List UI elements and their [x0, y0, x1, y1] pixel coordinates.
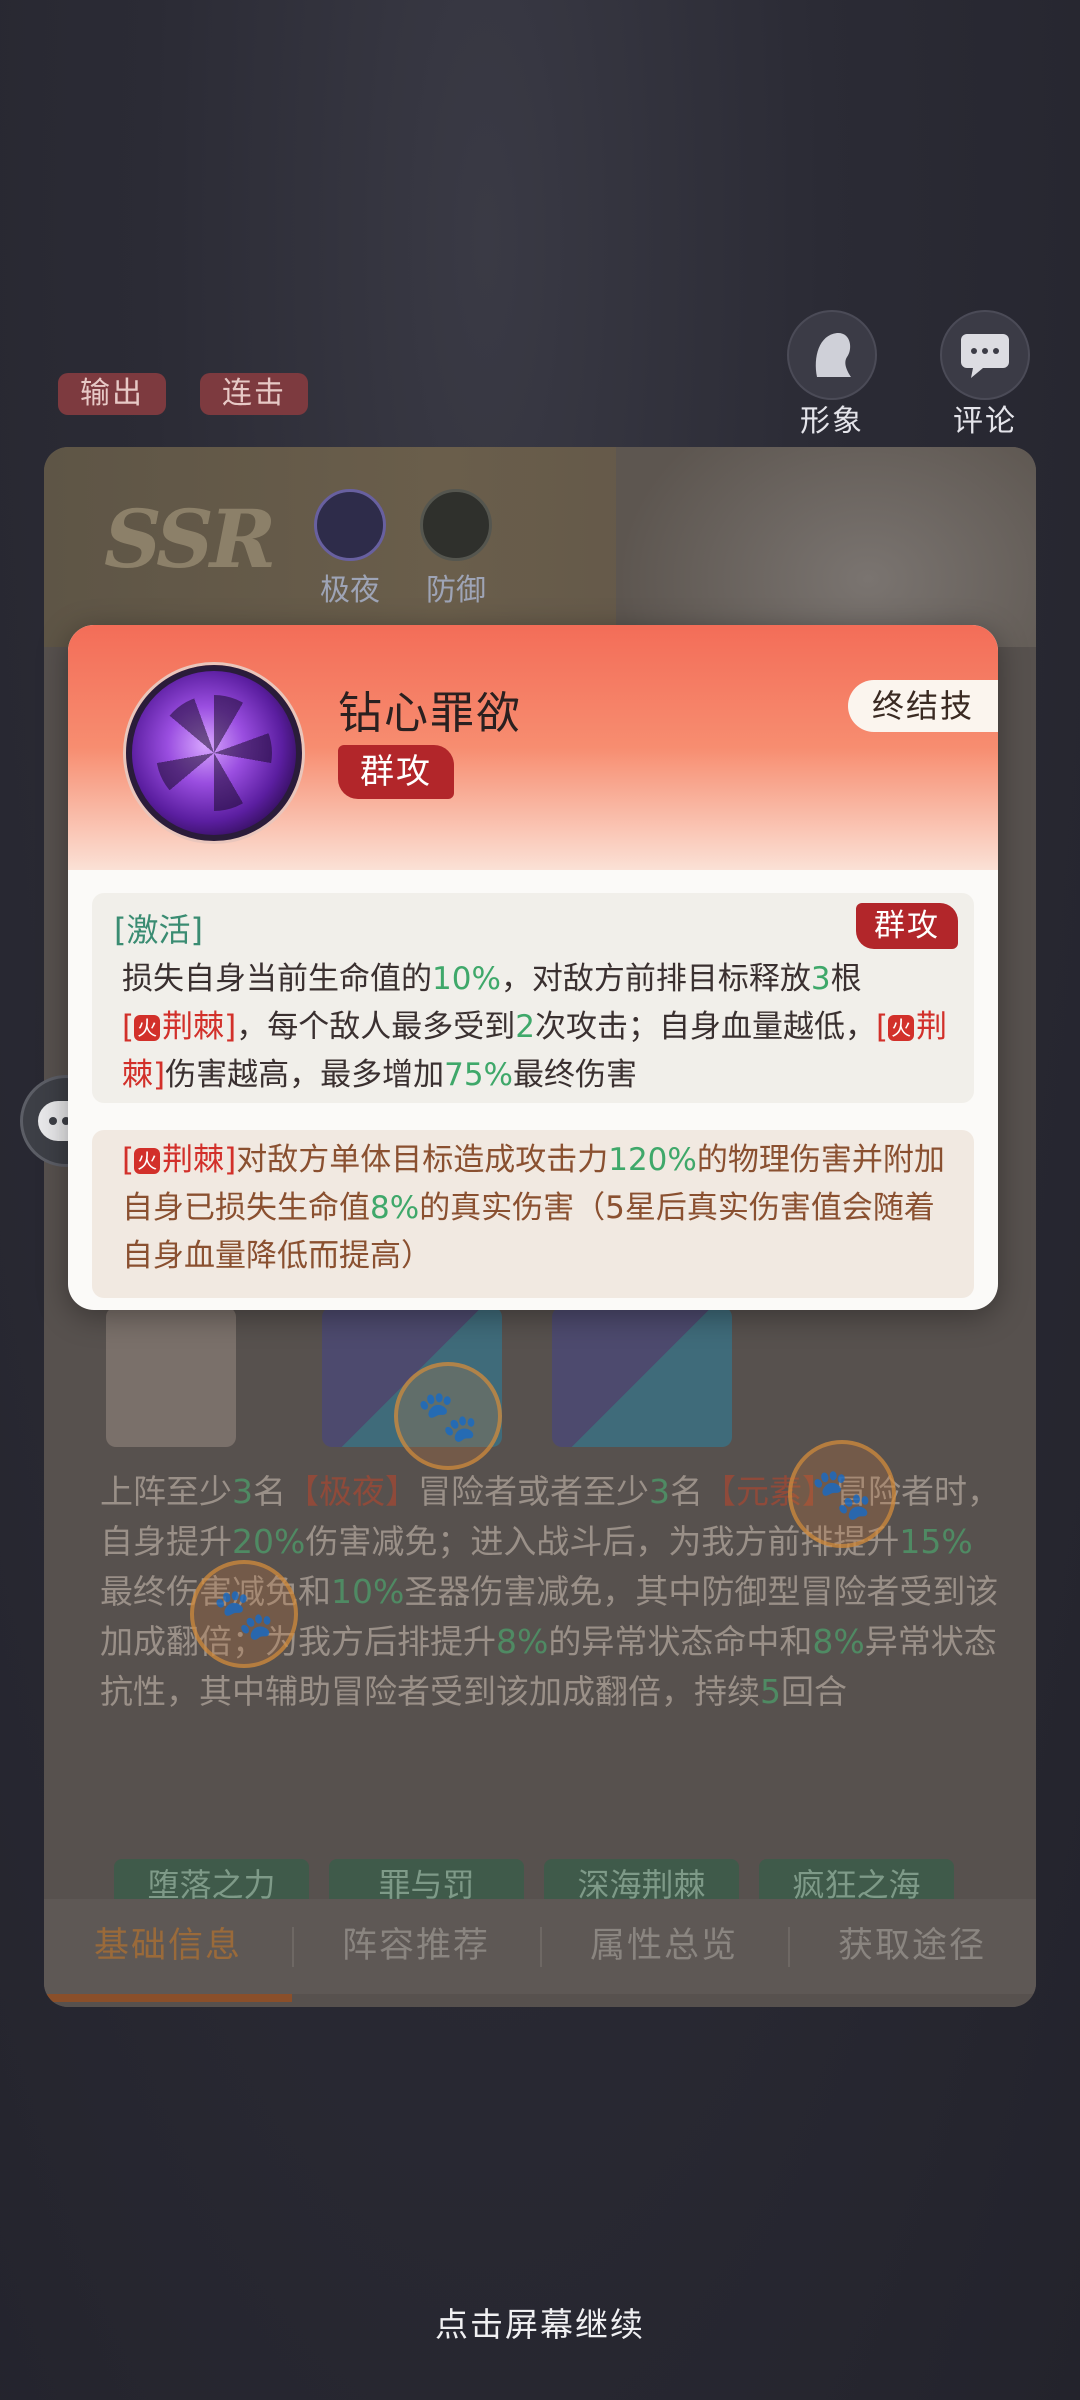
- fire-icon: 火: [134, 1015, 161, 1041]
- shield-icon: [420, 489, 492, 561]
- tab-basic-info[interactable]: 基础信息: [44, 1899, 292, 1994]
- skill-section-activate: [激活] 群攻 损失自身当前生命值的10%，对敌方前排目标释放3根[火荆棘]，每…: [92, 893, 974, 1103]
- tap-to-continue[interactable]: 点击屏幕继续: [0, 2298, 1080, 2346]
- skill-category-badge: 终结技: [847, 680, 998, 732]
- paw-icon[interactable]: [788, 1440, 896, 1548]
- tag-combo: 连击: [200, 373, 308, 415]
- moon-icon: [314, 489, 386, 561]
- comment-label: 评论: [953, 404, 1017, 439]
- skill-popup: 钻心罪欲 群攻 终结技 [激活] 群攻 损失自身当前生命值的10%，对敌方前排目…: [68, 625, 998, 1310]
- paw-icon[interactable]: [190, 1560, 298, 1668]
- comment-button[interactable]: 评论: [937, 310, 1033, 440]
- fire-icon: 火: [888, 1015, 915, 1041]
- portrait-button[interactable]: 形象: [784, 310, 880, 440]
- rarity-badge: SSR: [104, 492, 276, 586]
- attribute-label: 防御: [426, 573, 486, 608]
- skill-name: 钻心罪欲: [338, 688, 522, 739]
- fire-icon: 火: [134, 1148, 161, 1174]
- tab-attributes[interactable]: 属性总览: [540, 1899, 788, 1994]
- section-text: 损失自身当前生命值的10%，对敌方前排目标释放3根[火荆棘]，每个敌人最多受到2…: [122, 961, 948, 1093]
- skill-orb-icon: [126, 665, 302, 841]
- relic-thumbnail[interactable]: [552, 1307, 732, 1447]
- tab-lineup[interactable]: 阵容推荐: [292, 1899, 540, 1994]
- portrait-label: 形象: [800, 404, 864, 439]
- tab-obtain[interactable]: 获取途径: [788, 1899, 1036, 1994]
- portrait-icon: [787, 310, 877, 400]
- card-tab-bar: 基础信息 阵容推荐 属性总览 获取途径: [44, 1899, 1036, 1994]
- attribute-defense: 防御: [420, 489, 492, 609]
- attribute-label: 极夜: [320, 573, 380, 608]
- skill-type-badge: 群攻: [338, 745, 454, 799]
- section-badge: 群攻: [856, 903, 958, 949]
- section-label: [激活]: [114, 911, 203, 949]
- tag-output: 输出: [58, 373, 166, 415]
- character-thumbnail[interactable]: [106, 1307, 236, 1447]
- skill-section-thorn: [火荆棘]对敌方单体目标造成攻击力120%的物理伤害并附加自身已损失生命值8%的…: [92, 1130, 974, 1298]
- section-text: [火荆棘]对敌方单体目标造成攻击力120%的物理伤害并附加自身已损失生命值8%的…: [122, 1142, 945, 1274]
- paw-icon[interactable]: [394, 1362, 502, 1470]
- attribute-polar-night: 极夜: [314, 489, 386, 609]
- comment-icon: [940, 310, 1030, 400]
- tab-underline: [44, 1994, 292, 2002]
